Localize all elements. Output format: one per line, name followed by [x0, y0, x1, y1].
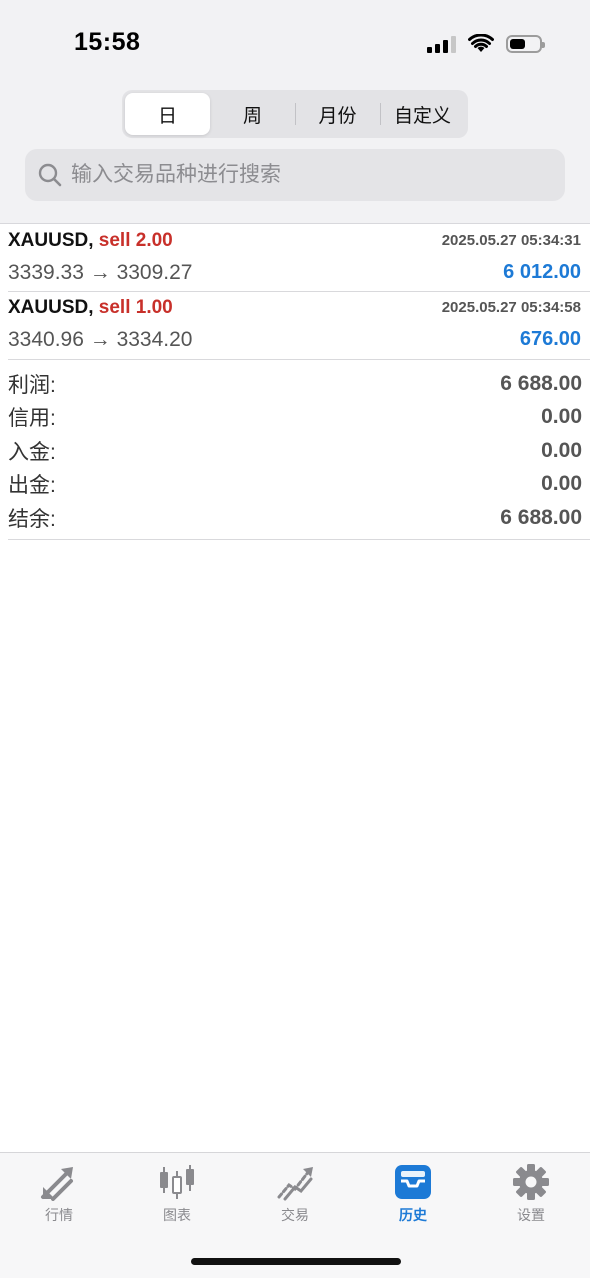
summary-label: 结余: [8, 507, 56, 531]
search-input[interactable] [71, 163, 541, 187]
tab-quotes[interactable]: 行情 [0, 1163, 118, 1233]
summary-value: 6 688.00 [500, 505, 582, 529]
trade-trend-icon [277, 1167, 313, 1201]
trade-prices: 3340.96 → 3334.20 [8, 328, 193, 351]
trade-symbol-name: XAUUSD, [8, 230, 94, 251]
tab-charts[interactable]: 图表 [118, 1163, 236, 1233]
tab-trade[interactable]: 交易 [236, 1163, 354, 1233]
period-custom-tab[interactable]: 自定义 [380, 93, 465, 135]
divider [8, 539, 590, 540]
trade-row[interactable]: XAUUSD, sell 1.00 2025.05.27 05:34:58 33… [0, 292, 590, 359]
trade-prices: 3339.33 → 3309.27 [8, 261, 193, 284]
trade-time: 2025.05.27 05:34:31 [441, 232, 581, 249]
summary-balance-row: 结余: 6 688.00 [8, 501, 582, 535]
summary-label: 出金: [8, 474, 56, 498]
search-bar[interactable] [25, 149, 565, 201]
status-icons [427, 34, 545, 54]
trade-profit: 6 012.00 [503, 261, 581, 283]
period-selector: 日 周 月份 自定义 [122, 90, 468, 138]
tab-label: 设置 [517, 1207, 545, 1223]
status-time: 15:58 [74, 28, 141, 56]
summary-label: 入金: [8, 440, 56, 464]
summary-deposit-row: 入金: 0.00 [8, 434, 582, 468]
trade-side: sell 1.00 [98, 297, 173, 318]
trade-side: sell 2.00 [98, 230, 173, 251]
trade-time: 2025.05.27 05:34:58 [441, 299, 581, 316]
period-day-tab[interactable]: 日 [125, 93, 210, 135]
period-week-tab[interactable]: 周 [210, 93, 295, 135]
summary-withdrawal-row: 出金: 0.00 [8, 468, 582, 502]
cellular-signal-icon [427, 35, 456, 53]
tab-label: 行情 [45, 1207, 73, 1223]
summary-value: 0.00 [541, 405, 582, 429]
quotes-arrows-icon [41, 1167, 73, 1201]
home-indicator[interactable] [191, 1258, 401, 1265]
summary-value: 0.00 [541, 472, 582, 496]
summary-profit-row: 利润: 6 688.00 [8, 367, 582, 401]
account-summary: 利润: 6 688.00 信用: 0.00 入金: 0.00 出金: 0.00 … [8, 367, 582, 535]
tab-label: 交易 [281, 1207, 309, 1223]
summary-credit-row: 信用: 0.00 [8, 401, 582, 435]
tab-settings[interactable]: 设置 [472, 1163, 590, 1233]
search-icon [38, 163, 62, 187]
wifi-icon [468, 34, 494, 52]
trade-profit: 676.00 [519, 328, 581, 350]
battery-icon [506, 35, 545, 53]
summary-value: 0.00 [541, 438, 582, 462]
header-area: 15:58 日 周 月份 自定义 [0, 0, 590, 224]
trade-symbol: XAUUSD, sell 1.00 [8, 297, 173, 319]
divider [8, 359, 590, 360]
trade-symbol: XAUUSD, sell 2.00 [8, 230, 173, 252]
tab-label: 图表 [163, 1207, 191, 1223]
tab-history[interactable]: 历史 [354, 1163, 472, 1233]
summary-label: 利润: [8, 373, 56, 397]
gear-icon [513, 1164, 549, 1200]
tab-label: 历史 [399, 1207, 427, 1223]
summary-value: 6 688.00 [500, 371, 582, 395]
history-inbox-icon [395, 1165, 431, 1199]
period-month-tab[interactable]: 月份 [295, 93, 380, 135]
summary-label: 信用: [8, 407, 56, 431]
candlestick-icon [160, 1165, 194, 1199]
trade-row[interactable]: XAUUSD, sell 2.00 2025.05.27 05:34:31 33… [0, 225, 590, 292]
trade-symbol-name: XAUUSD, [8, 297, 94, 318]
